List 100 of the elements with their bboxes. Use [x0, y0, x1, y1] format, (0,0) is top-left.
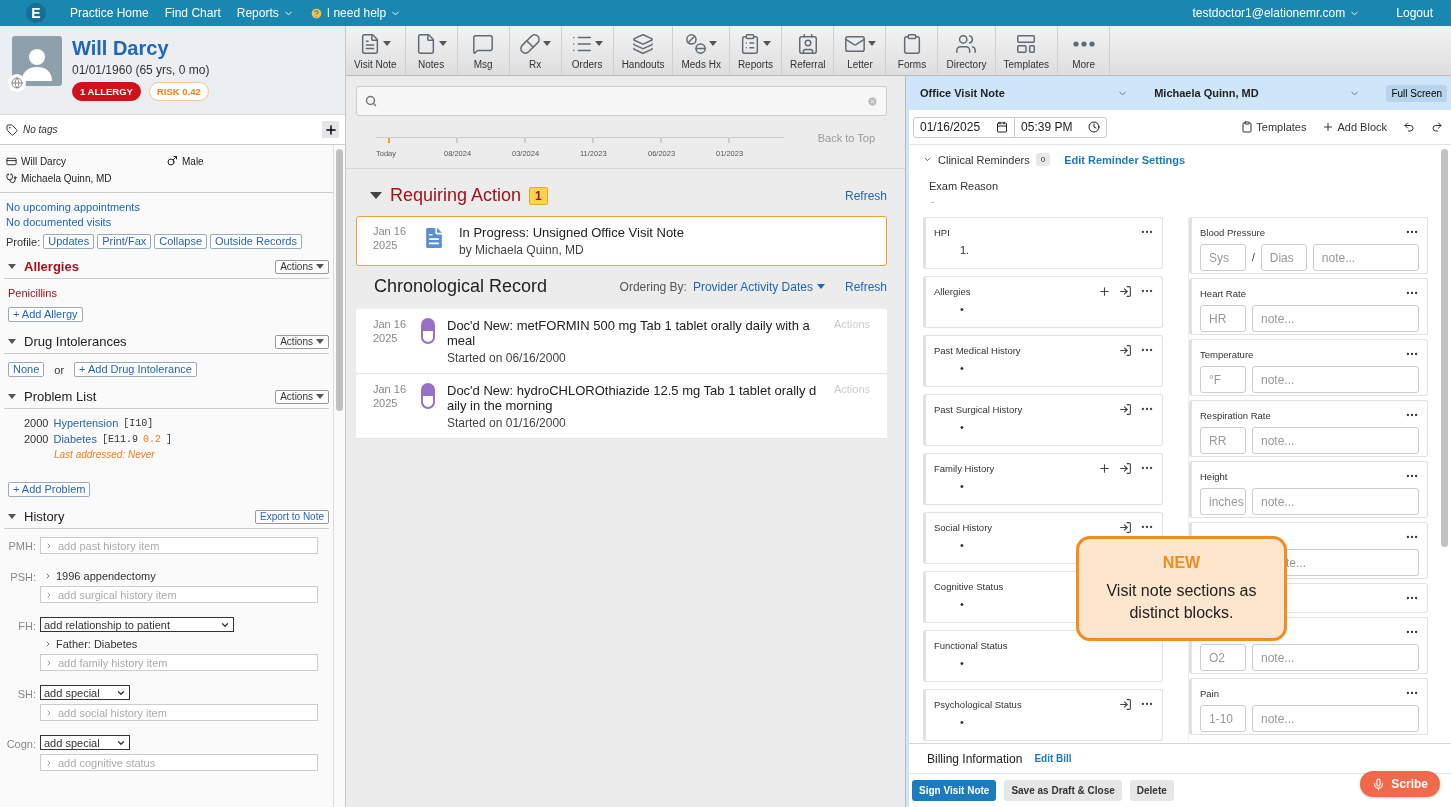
- toolbar-button[interactable]: Letter: [834, 26, 887, 75]
- note-input[interactable]: note...: [1252, 427, 1419, 454]
- refresh-link[interactable]: Refresh: [844, 188, 887, 203]
- layers-icon: [632, 32, 655, 55]
- toolbar-button[interactable]: Forms: [886, 26, 939, 75]
- toolbar-button[interactable]: Visit Note: [346, 26, 406, 75]
- nav-link[interactable]: Reports: [236, 6, 294, 20]
- toolbar-button[interactable]: Notes: [405, 26, 458, 75]
- none-button[interactable]: None: [8, 362, 45, 377]
- note-input[interactable]: note...: [1312, 244, 1419, 271]
- undo-icon[interactable]: [1403, 121, 1415, 133]
- import-icon[interactable]: [1119, 402, 1132, 416]
- select-field[interactable]: add special: [40, 685, 130, 700]
- note-input[interactable]: note...: [1252, 705, 1419, 732]
- toolbar-button[interactable]: Orders: [561, 26, 614, 75]
- globe-icon: [8, 74, 26, 92]
- refresh-link[interactable]: Refresh: [844, 279, 887, 294]
- record-subtitle: Started on 01/16/2000: [447, 416, 567, 430]
- profile-button[interactable]: Outside Records: [210, 234, 302, 249]
- redo-icon[interactable]: [1431, 121, 1443, 133]
- caret-icon[interactable]: [8, 264, 16, 269]
- block-content: •: [960, 539, 964, 551]
- link[interactable]: No upcoming appointments: [6, 201, 327, 213]
- nav-link[interactable]: Find Chart: [164, 6, 221, 20]
- note-input[interactable]: note...: [1252, 644, 1419, 671]
- import-icon[interactable]: [1119, 461, 1132, 475]
- profile-button[interactable]: Print/Fax: [97, 234, 152, 249]
- caret-icon[interactable]: [8, 514, 16, 519]
- add-intolerance-button[interactable]: + Add Drug Intolerance: [74, 362, 197, 377]
- chevron-icon[interactable]: [44, 572, 52, 580]
- plus-icon[interactable]: [1098, 461, 1111, 475]
- reminder-settings-link[interactable]: Edit Reminder Settings: [1064, 153, 1186, 166]
- templates-button[interactable]: Templates: [1241, 121, 1307, 133]
- nav-link[interactable]: Practice Home: [70, 6, 149, 20]
- problem-link[interactable]: Hypertension: [53, 417, 119, 429]
- action-card[interactable]: Jan 16 2025 In Progress: Unsigned Office Visit Note by Michaela Quinn, MD: [356, 216, 887, 266]
- toolbar-button[interactable]: Reports: [729, 26, 782, 75]
- note-type-select[interactable]: Office Visit Note: [920, 87, 1129, 99]
- toolbar-button[interactable]: Referral: [781, 26, 835, 75]
- user-menu[interactable]: testdoctor1@elationemr.com: [1192, 6, 1361, 20]
- toolbar-button[interactable]: Rx: [509, 26, 562, 75]
- caret-icon[interactable]: [370, 192, 382, 199]
- block-content: •: [960, 598, 964, 610]
- import-icon[interactable]: [1119, 520, 1132, 534]
- caret-icon[interactable]: [8, 394, 16, 399]
- vital-input[interactable]: inches: [1200, 488, 1246, 515]
- select-field[interactable]: add relationship to patient: [40, 617, 234, 632]
- footer-button[interactable]: Sign Visit Note: [912, 780, 997, 801]
- scribe-button[interactable]: Scribe: [1360, 771, 1440, 797]
- add-block-button[interactable]: Add Block: [1322, 121, 1387, 133]
- logout-link[interactable]: Logout: [1396, 6, 1433, 20]
- block-title: Allergies: [934, 285, 971, 297]
- problem-link[interactable]: Diabetes: [53, 433, 97, 445]
- actions-button[interactable]: Actions: [275, 334, 329, 349]
- provider-select[interactable]: Michaela Quinn, MD: [1154, 87, 1361, 99]
- plus-icon[interactable]: [1098, 284, 1111, 298]
- actions-button[interactable]: Actions: [275, 389, 329, 404]
- import-icon[interactable]: [1119, 284, 1132, 298]
- card-title: In Progress: Unsigned Office Visit Note: [459, 225, 685, 240]
- add-tag-button[interactable]: [322, 121, 339, 138]
- section-title: History: [24, 509, 65, 524]
- date-text: Jan 16: [373, 225, 408, 237]
- chevron-icon[interactable]: [44, 640, 52, 648]
- allergy-item: Penicillins: [8, 287, 58, 299]
- import-icon[interactable]: [1119, 697, 1132, 711]
- note-input[interactable]: note...: [1252, 488, 1419, 515]
- link[interactable]: No documented visits: [6, 216, 327, 228]
- import-icon[interactable]: [1119, 343, 1132, 357]
- note-input[interactable]: note...: [1252, 366, 1419, 393]
- toolbar-button[interactable]: More: [1058, 26, 1111, 75]
- full-screen-button[interactable]: Full Screen: [1386, 84, 1447, 102]
- risk-badge: RISK 0.42: [148, 82, 209, 101]
- vital-input[interactable]: Sys: [1200, 244, 1246, 271]
- add-problem-button[interactable]: + Add Problem: [8, 482, 91, 497]
- vital-input[interactable]: Dias: [1260, 244, 1307, 271]
- nav-link[interactable]: I need help: [309, 6, 402, 20]
- add-allergy-button[interactable]: + Add Allergy: [8, 307, 83, 322]
- chevron-icon[interactable]: [923, 155, 932, 164]
- profile-button[interactable]: Updates: [43, 234, 95, 249]
- actions-button[interactable]: Actions: [275, 259, 329, 274]
- toolbar-button[interactable]: Msg: [457, 26, 510, 75]
- footer-button[interactable]: Save as Draft & Close: [1004, 780, 1122, 801]
- note-input[interactable]: note...: [1252, 305, 1419, 332]
- caret-icon[interactable]: [8, 339, 16, 344]
- select-field[interactable]: add special: [40, 735, 130, 750]
- search-field[interactable]: [356, 86, 887, 116]
- toolbar-button[interactable]: Handouts: [613, 26, 674, 75]
- toolbar-button[interactable]: Templates: [995, 26, 1059, 75]
- export-button[interactable]: Export to Note: [255, 509, 329, 524]
- profile-button[interactable]: Collapse: [154, 234, 208, 249]
- edit-bill-link[interactable]: Edit Bill: [1034, 753, 1072, 764]
- patient-name[interactable]: Will Darcy: [72, 36, 217, 60]
- ordering-dropdown[interactable]: Provider Activity Dates: [692, 279, 825, 294]
- toolbar-button[interactable]: Meds Hx: [673, 26, 730, 75]
- vital-title: Respiration Rate: [1200, 409, 1271, 421]
- vital-input[interactable]: O2: [1200, 644, 1246, 671]
- toolbar-button[interactable]: Directory: [938, 26, 996, 75]
- footer-button[interactable]: Delete: [1129, 780, 1174, 801]
- count-badge: 1: [529, 186, 548, 205]
- logo[interactable]: E: [26, 3, 46, 23]
